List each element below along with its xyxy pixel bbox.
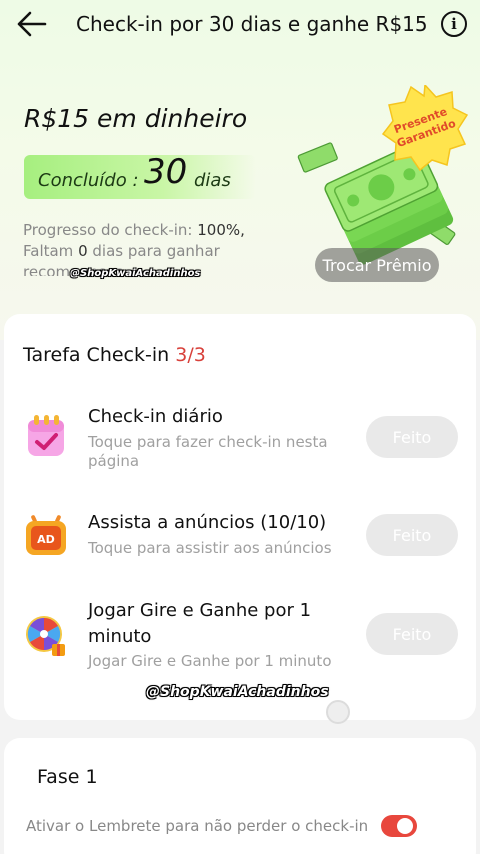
reward-heading: R$15 em dinheiro bbox=[24, 104, 248, 133]
watermark-bottom: @ShopKwaiAchadinhos bbox=[146, 684, 329, 700]
arrow-left-icon bbox=[17, 11, 47, 37]
completed-days: 30 bbox=[144, 152, 188, 192]
task-desc-daily: Toque para fazer check-in nesta página bbox=[88, 433, 328, 470]
phase-title: Fase 1 bbox=[37, 766, 98, 788]
back-button[interactable] bbox=[16, 9, 48, 39]
progress-value: 100%, bbox=[197, 221, 245, 239]
calendar-check-icon bbox=[28, 415, 64, 456]
badge-starburst: Presente Garantido bbox=[381, 85, 469, 172]
completed-unit: dias bbox=[194, 170, 231, 191]
tv-ad-icon: AD bbox=[26, 515, 66, 555]
task-heading: Tarefa Check-in 3/3 bbox=[23, 344, 206, 366]
task-count: 3/3 bbox=[175, 344, 206, 366]
task-desc-spin: Jogar Gire e Ganhe por 1 minuto bbox=[88, 652, 332, 670]
progress-label: Progresso do check-in: bbox=[23, 221, 193, 239]
task-title-daily: Check-in diário bbox=[88, 406, 223, 427]
remaining-days: 0 bbox=[78, 242, 88, 260]
reminder-label: Ativar o Lembrete para não perder o chec… bbox=[26, 817, 369, 835]
task-desc-ads: Toque para assistir aos anúncios bbox=[88, 539, 332, 557]
spin-wheel-icon bbox=[26, 616, 65, 656]
completed-label: Concluído : bbox=[38, 170, 139, 191]
task-title-ads: Assista a anúncios (10/10) bbox=[88, 512, 327, 533]
remaining-prefix: Faltam bbox=[23, 242, 74, 260]
task-heading-label: Tarefa Check-in bbox=[23, 344, 170, 366]
info-icon: i bbox=[451, 15, 457, 33]
toggle-knob bbox=[397, 818, 413, 834]
done-button-daily[interactable]: Feito bbox=[366, 416, 458, 458]
task-title-spin: Jogar Gire e Ganhe por 1 minuto bbox=[88, 600, 312, 647]
svg-text:AD: AD bbox=[37, 533, 55, 546]
info-button[interactable]: i bbox=[441, 11, 467, 37]
page-title: Check-in por 30 dias e ganhe R$15 bbox=[76, 12, 428, 36]
done-button-ads[interactable]: Feito bbox=[366, 514, 458, 556]
reminder-toggle[interactable] bbox=[381, 815, 417, 837]
cash-stack-illustration: Presente Garantido bbox=[297, 85, 469, 265]
done-button-spin[interactable]: Feito bbox=[366, 613, 458, 655]
top-bar: Check-in por 30 dias e ganhe R$15 i bbox=[0, 0, 480, 48]
floating-scroll-handle[interactable] bbox=[326, 700, 350, 724]
watermark: @ShopKwaiAchadinhos bbox=[70, 268, 201, 279]
trade-prize-button[interactable]: Trocar Prêmio bbox=[315, 248, 439, 282]
